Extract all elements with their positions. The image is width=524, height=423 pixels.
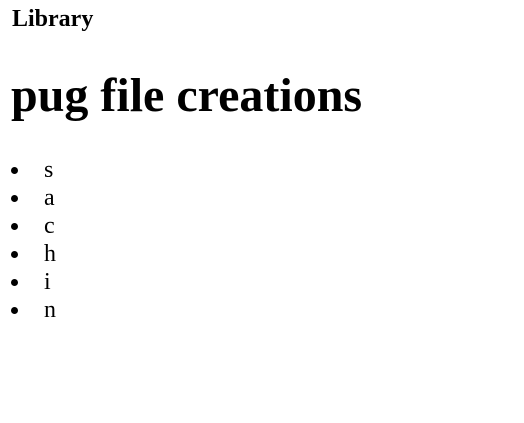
page-title: pug file creations <box>11 69 363 122</box>
bullet-icon <box>11 223 18 230</box>
list-item-label: a <box>44 185 55 211</box>
list-item-label: s <box>44 157 54 183</box>
bullet-icon <box>11 167 18 174</box>
list-item-label: n <box>44 297 56 323</box>
bullet-icon <box>11 279 18 286</box>
list-item-label: c <box>44 213 55 239</box>
list-item-label: i <box>44 269 51 295</box>
app-title: Library <box>12 6 94 32</box>
bullet-icon <box>11 251 18 258</box>
list-item-label: h <box>44 241 56 267</box>
bullet-icon <box>11 195 18 202</box>
bullet-icon <box>11 307 18 314</box>
